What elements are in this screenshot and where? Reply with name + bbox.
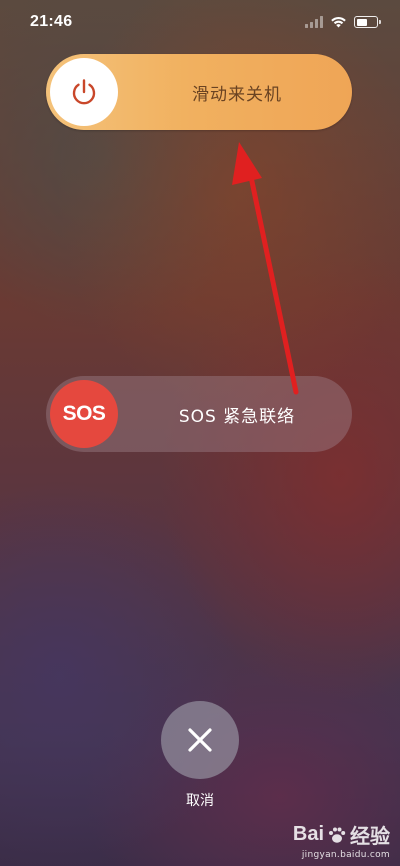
status-icons [305, 16, 381, 28]
power-off-label: 滑动来关机 [192, 84, 282, 105]
sos-knob[interactable]: SOS [50, 380, 118, 448]
cancel-label: 取消 [186, 793, 214, 809]
battery-icon [354, 16, 381, 28]
watermark-brand-right: 经验 [350, 826, 390, 848]
power-icon [72, 79, 96, 105]
power-off-slider[interactable]: 滑动来关机 [46, 54, 352, 130]
status-time: 21:46 [30, 13, 73, 30]
paw-icon [329, 827, 346, 843]
cellular-signal-icon [305, 16, 323, 28]
status-bar: 21:46 [0, 0, 400, 44]
wifi-icon [331, 17, 346, 28]
watermark-brand: Bai 经验 [293, 820, 390, 849]
battery-level [356, 18, 367, 26]
watermark-brand-left: Bai [292, 823, 324, 845]
power-off-knob[interactable] [50, 58, 118, 126]
watermark: Bai 经验 jingyan.baidu.com [293, 820, 390, 860]
sos-slider[interactable]: SOS SOS 紧急联络 [46, 376, 352, 452]
sos-label: SOS 紧急联络 [178, 406, 296, 427]
sos-knob-text: SOS [62, 402, 106, 425]
watermark-url: jingyan.baidu.com [301, 850, 390, 860]
cancel-button[interactable] [161, 701, 239, 779]
close-icon [188, 728, 212, 752]
